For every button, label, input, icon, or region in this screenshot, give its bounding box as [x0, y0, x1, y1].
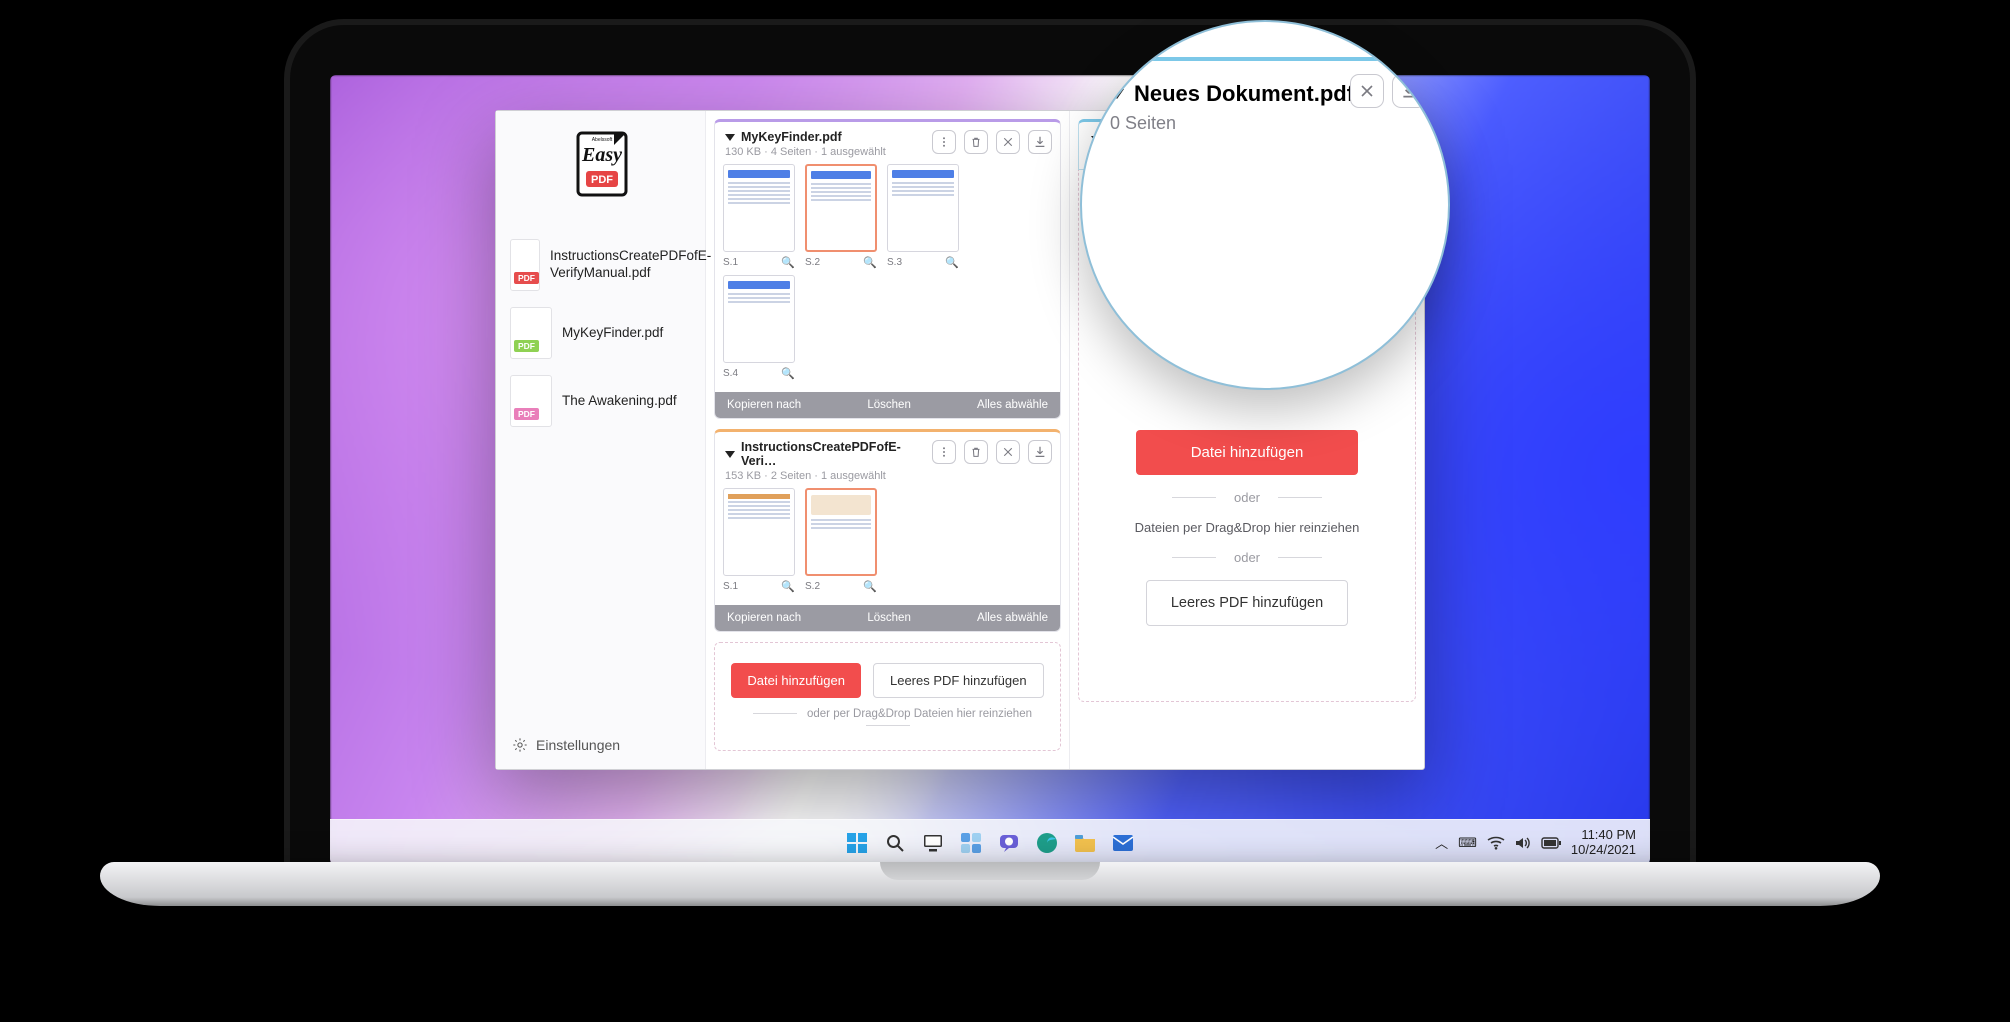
- drag-drop-hint: oder per Drag&Drop Dateien hier reinzieh…: [725, 708, 1050, 732]
- taskbar-time: 11:40 PM: [1571, 828, 1636, 843]
- doc-delete-button[interactable]: [964, 130, 988, 154]
- documents-panel: MyKeyFinder.pdf 130 KB · 4 Seiten · 1 au…: [706, 111, 1069, 769]
- delete-button[interactable]: Löschen: [867, 399, 910, 411]
- sidebar: Easy PDF Abelssoft PDF InstructionsCreat…: [496, 111, 706, 769]
- doc-close-button[interactable]: [996, 130, 1020, 154]
- document-meta: 153 KB · 2 Seiten · 1 ausgewählt: [725, 470, 924, 482]
- zoom-icon[interactable]: 🔍: [781, 367, 795, 380]
- doc-more-button[interactable]: [932, 440, 956, 464]
- separator-oder: oder: [1172, 490, 1322, 505]
- chevron-down-icon[interactable]: [725, 134, 735, 141]
- pdf-file-icon: PDF: [510, 307, 552, 359]
- wifi-icon[interactable]: [1487, 836, 1505, 850]
- sidebar-file-item[interactable]: PDF InstructionsCreatePDFofE-VerifyManua…: [508, 235, 693, 295]
- add-file-button[interactable]: Datei hinzufügen: [731, 663, 861, 698]
- output-meta: 0 Seiten: [1110, 113, 1420, 134]
- laptop-notch: [880, 862, 1100, 880]
- laptop-frame: Easy PDF Abelssoft PDF InstructionsCreat…: [290, 25, 1690, 885]
- page-label: S.3: [887, 257, 902, 268]
- keyboard-icon[interactable]: ⌨: [1458, 835, 1477, 851]
- file-explorer-icon[interactable]: [1071, 829, 1099, 857]
- add-blank-pdf-button[interactable]: Leeres PDF hinzufügen: [873, 663, 1044, 698]
- sidebar-file-label: The Awakening.pdf: [562, 393, 677, 410]
- page-label: S.2: [805, 581, 820, 592]
- deselect-button[interactable]: Alles abwähle: [977, 612, 1048, 624]
- app-logo: Easy PDF Abelssoft: [556, 127, 646, 215]
- zoom-icon[interactable]: 🔍: [863, 580, 877, 593]
- document-card: MyKeyFinder.pdf 130 KB · 4 Seiten · 1 au…: [714, 119, 1061, 419]
- sidebar-file-label: MyKeyFinder.pdf: [562, 325, 663, 342]
- document-card: InstructionsCreatePDFofE-Veri… 153 KB · …: [714, 429, 1061, 632]
- page-thumbnail[interactable]: S.2 🔍: [805, 488, 877, 593]
- drag-drop-hint: Dateien per Drag&Drop hier reinziehen: [1135, 520, 1360, 535]
- page-label: S.4: [723, 368, 738, 379]
- page-label: S.2: [805, 257, 820, 268]
- page-label: S.1: [723, 257, 738, 268]
- doc-close-button[interactable]: [996, 440, 1020, 464]
- page-thumbnail[interactable]: S.2 🔍: [805, 164, 877, 269]
- deselect-button[interactable]: Alles abwähle: [977, 399, 1048, 411]
- volume-icon[interactable]: [1515, 836, 1531, 850]
- page-thumbnail[interactable]: S.1 🔍: [723, 164, 795, 269]
- battery-icon[interactable]: [1541, 837, 1561, 849]
- search-icon[interactable]: [881, 829, 909, 857]
- gear-icon: [512, 737, 528, 753]
- widgets-icon[interactable]: [957, 829, 985, 857]
- start-button[interactable]: [843, 829, 871, 857]
- settings-label: Einstellungen: [536, 737, 620, 753]
- doc-more-button[interactable]: [932, 130, 956, 154]
- svg-text:Abelssoft: Abelssoft: [591, 137, 612, 143]
- windows-taskbar: ︿ ⌨ 11:40 PM 10/24/2021: [330, 819, 1650, 865]
- copy-button[interactable]: Kopieren nach: [727, 612, 801, 624]
- output-header-accent: [1110, 57, 1420, 75]
- task-view-icon[interactable]: [919, 829, 947, 857]
- page-thumbnail[interactable]: S.4 🔍: [723, 275, 795, 380]
- taskbar-date: 10/24/2021: [1571, 843, 1636, 858]
- pdf-file-icon: PDF: [510, 239, 540, 291]
- mail-icon[interactable]: [1109, 829, 1137, 857]
- document-meta: 130 KB · 4 Seiten · 1 ausgewählt: [725, 146, 924, 158]
- zoom-icon[interactable]: 🔍: [863, 256, 877, 269]
- chevron-down-icon[interactable]: [725, 451, 735, 458]
- edge-icon[interactable]: [1033, 829, 1061, 857]
- add-document-card: Datei hinzufügen Leeres PDF hinzufügen o…: [714, 642, 1061, 751]
- output-close-button[interactable]: [1350, 74, 1384, 108]
- screen: Easy PDF Abelssoft PDF InstructionsCreat…: [330, 75, 1650, 865]
- svg-text:Easy: Easy: [581, 144, 622, 166]
- sidebar-file-item[interactable]: PDF MyKeyFinder.pdf: [508, 303, 693, 363]
- page-thumbnail[interactable]: S.3 🔍: [887, 164, 959, 269]
- system-tray: ︿ ⌨ 11:40 PM 10/24/2021: [1435, 820, 1636, 865]
- laptop-base: [100, 862, 1880, 906]
- output-download-button[interactable]: [1392, 74, 1426, 108]
- pdf-file-icon: PDF: [510, 375, 552, 427]
- tray-chevron-icon[interactable]: ︿: [1435, 833, 1448, 852]
- doc-download-button[interactable]: [1028, 440, 1052, 464]
- separator-oder: oder: [1172, 550, 1322, 565]
- sidebar-file-item[interactable]: PDF The Awakening.pdf: [508, 371, 693, 431]
- magnifier-callout: Neues Dokument.pdf 0 Seiten: [1080, 20, 1450, 390]
- delete-button[interactable]: Löschen: [867, 612, 910, 624]
- zoom-icon[interactable]: 🔍: [781, 256, 795, 269]
- taskbar-clock[interactable]: 11:40 PM 10/24/2021: [1571, 828, 1636, 858]
- add-blank-pdf-button[interactable]: Leeres PDF hinzufügen: [1146, 580, 1348, 626]
- document-title: MyKeyFinder.pdf: [741, 130, 842, 144]
- copy-button[interactable]: Kopieren nach: [727, 399, 801, 411]
- doc-delete-button[interactable]: [964, 440, 988, 464]
- settings-button[interactable]: Einstellungen: [508, 729, 693, 761]
- zoom-icon[interactable]: 🔍: [781, 580, 795, 593]
- page-thumbnail[interactable]: S.1 🔍: [723, 488, 795, 593]
- page-label: S.1: [723, 581, 738, 592]
- chat-icon[interactable]: [995, 829, 1023, 857]
- document-title: InstructionsCreatePDFofE-Veri…: [741, 440, 924, 468]
- svg-text:PDF: PDF: [591, 174, 613, 186]
- doc-download-button[interactable]: [1028, 130, 1052, 154]
- add-file-button[interactable]: Datei hinzufügen: [1136, 430, 1359, 475]
- zoom-icon[interactable]: 🔍: [945, 256, 959, 269]
- sidebar-file-label: InstructionsCreatePDFofE-VerifyManual.pd…: [550, 248, 711, 282]
